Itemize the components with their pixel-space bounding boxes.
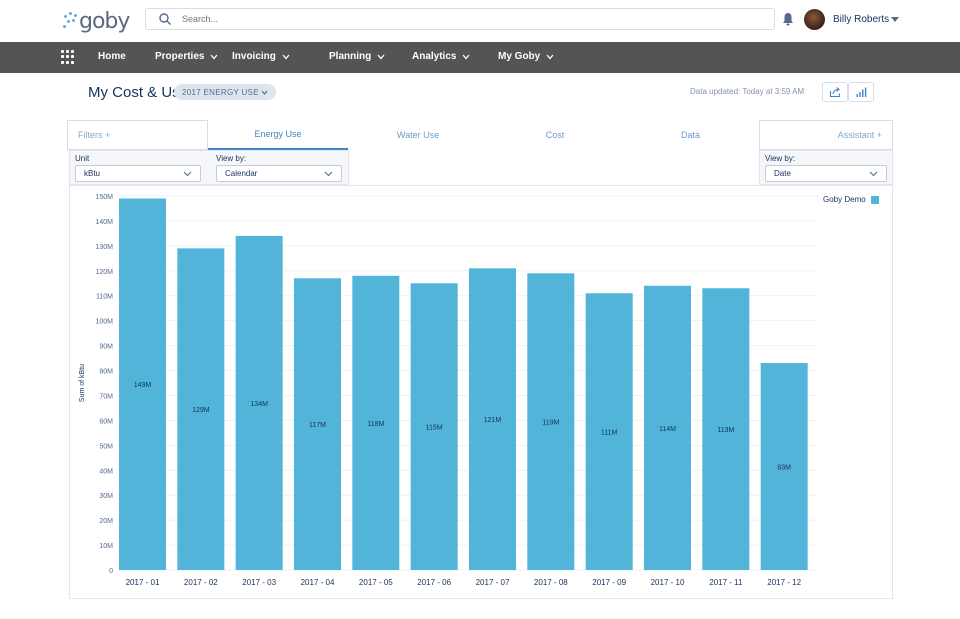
y-tick-label: 150M [95,194,113,201]
x-tick-label: 2017 - 08 [534,578,568,587]
x-tick-label: 2017 - 03 [242,578,276,587]
y-tick-label: 30M [99,493,113,500]
x-tick-label: 2017 - 01 [126,578,160,587]
x-tick-label: 2017 - 05 [359,578,393,587]
y-axis-label: Sum of kBtu [79,364,86,402]
y-tick-label: 50M [99,443,113,450]
x-tick-label: 2017 - 07 [476,578,510,587]
y-tick-label: 100M [95,319,113,326]
bar-data-label: 114M [659,426,676,433]
x-tick-label: 2017 - 04 [301,578,335,587]
y-tick-label: 140M [95,219,113,226]
x-tick-label: 2017 - 02 [184,578,218,587]
y-tick-label: 60M [99,418,113,425]
legend-swatch [870,195,879,204]
bar-data-label: 118M [367,421,384,428]
bar-data-label: 115M [426,425,443,432]
y-tick-label: 110M [96,294,113,301]
bar-data-label: 111M [601,430,618,437]
x-tick-label: 2017 - 10 [651,578,685,587]
y-tick-label: 10M [99,543,113,550]
energy-use-bar-chart: 0 10M 20M 30M 40M 50M 60M 70M 80M 90M 100M 110M 120M… [79,194,818,587]
y-tick-label: 0 [109,568,113,575]
bar-data-label: 119M [542,420,559,427]
x-tick-label: 2017 - 11 [709,578,743,587]
y-tick-label: 40M [99,468,113,475]
x-tick-label: 2017 - 09 [592,578,626,587]
x-tick-label: 2017 - 12 [767,578,801,587]
legend-series-name: Goby Demo [823,195,866,204]
y-tick-label: 70M [99,393,113,400]
y-tick-label: 20M [99,518,113,525]
bar-data-label: 134M [250,401,268,408]
bar-data-label: 117M [309,422,326,429]
bar-data-label: 113M [717,427,734,434]
y-tick-label: 120M [95,269,113,276]
x-tick-label: 2017 - 06 [417,578,451,587]
y-tick-label: 130M [95,244,113,251]
chart-legend[interactable]: Goby Demo [823,195,879,204]
bar-data-label: 83M [777,465,791,472]
y-tick-label: 80M [99,369,113,376]
y-tick-label: 90M [99,344,113,351]
bar-data-label: 121M [484,417,502,424]
bar-data-label: 149M [134,382,152,389]
bar-data-label: 129M [192,407,210,414]
